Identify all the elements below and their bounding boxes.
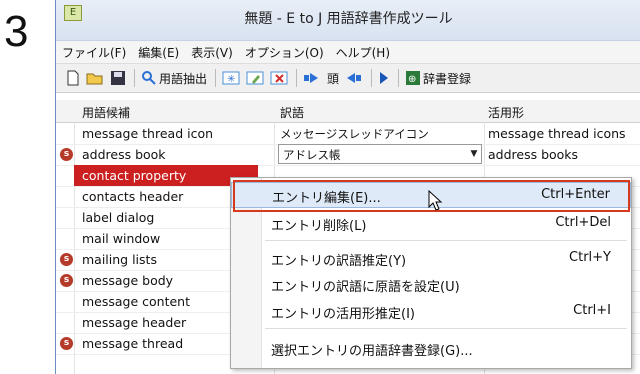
grid-add-icon[interactable]: ✳ bbox=[222, 68, 240, 88]
chevron-down-icon[interactable]: ▼ bbox=[467, 145, 481, 163]
mouse-cursor-icon bbox=[428, 190, 443, 211]
term-cell: message content bbox=[82, 294, 191, 309]
column-header-inflection[interactable]: 活用形 bbox=[488, 104, 524, 121]
grid-header: 用語候補 訳語 活用形 bbox=[56, 100, 640, 123]
table-row[interactable]: message thread icon メッセージスレッドアイコン messag… bbox=[56, 123, 640, 145]
register-dictionary-button[interactable]: ⊕ 辞書登録 bbox=[405, 68, 471, 88]
new-file-icon[interactable] bbox=[66, 68, 80, 88]
menu-separator bbox=[265, 328, 627, 329]
menu-file[interactable]: ファイル(F) bbox=[62, 44, 126, 61]
term-cell: message thread bbox=[82, 336, 184, 351]
register-dictionary-label: 辞書登録 bbox=[423, 71, 472, 86]
status-badge-icon: s bbox=[60, 148, 73, 161]
window-title: 無題 - E to J 用語辞書作成ツール bbox=[244, 11, 453, 27]
status-badge-icon: s bbox=[60, 274, 73, 287]
menu-bar: ファイル(F) 編集(E) 表示(V) オプション(O) ヘルプ(H) bbox=[56, 41, 640, 64]
status-badge-icon: s bbox=[60, 337, 73, 350]
translation-combobox[interactable]: アドレス帳 ▼ bbox=[278, 144, 482, 164]
translation-cell[interactable]: メッセージスレッドアイコン bbox=[280, 126, 429, 142]
term-cell: message thread icon bbox=[82, 126, 214, 141]
column-header-translation[interactable]: 訳語 bbox=[280, 104, 304, 121]
menu-item-label: エントリの活用形推定(I) bbox=[271, 307, 415, 322]
toolbar-separator bbox=[371, 69, 373, 87]
term-cell: message body bbox=[82, 273, 174, 288]
grid-delete-icon[interactable] bbox=[270, 68, 288, 88]
term-cell: contacts header bbox=[82, 189, 184, 204]
inflection-cell[interactable]: message thread icons bbox=[488, 126, 626, 141]
menu-item-register-selected[interactable]: 選択エントリの用語辞書登録(G)... bbox=[231, 336, 631, 360]
menu-options[interactable]: オプション(O) bbox=[245, 44, 324, 61]
menu-edit[interactable]: 編集(E) bbox=[138, 44, 179, 61]
extract-terms-label: 用語抽出 bbox=[159, 71, 208, 86]
term-cell: mailing lists bbox=[82, 252, 157, 267]
status-badge-icon: s bbox=[60, 253, 73, 266]
menu-item-shortcut: Ctrl+Del bbox=[555, 215, 611, 230]
menu-item-label: エントリ削除(L) bbox=[271, 219, 367, 234]
column-header-term[interactable]: 用語候補 bbox=[82, 104, 130, 121]
term-cell: address book bbox=[82, 147, 166, 162]
move-left-icon[interactable] bbox=[345, 68, 363, 88]
toolbar: 用語抽出 ✳ 頭 ⊕ 辞書登録 bbox=[56, 64, 640, 93]
term-cell: label dialog bbox=[82, 210, 155, 225]
svg-text:✳: ✳ bbox=[227, 74, 235, 85]
term-cell: message header bbox=[82, 315, 187, 330]
menu-item-delete-entry[interactable]: エントリ削除(L) Ctrl+Del bbox=[231, 211, 631, 235]
grid-edit-icon[interactable] bbox=[246, 68, 264, 88]
extract-terms-button[interactable]: 用語抽出 bbox=[141, 68, 207, 88]
toolbar-separator bbox=[296, 69, 298, 87]
step-number: 3 bbox=[4, 7, 29, 56]
toolbar-separator bbox=[215, 69, 217, 87]
menu-item-shortcut: Ctrl+I bbox=[573, 303, 611, 318]
move-right-icon[interactable] bbox=[303, 68, 321, 88]
table-row[interactable]: s address book アドレス帳 ▼ address books bbox=[56, 144, 640, 166]
translation-combobox-value: アドレス帳 bbox=[283, 148, 341, 162]
inflection-cell[interactable]: address books bbox=[488, 147, 578, 162]
save-icon[interactable] bbox=[110, 68, 126, 88]
toolbar-separator bbox=[398, 69, 400, 87]
menu-item-shortcut: Ctrl+Y bbox=[569, 250, 611, 265]
magnifier-icon bbox=[142, 71, 156, 85]
menu-item-label: エントリの訳語推定(Y) bbox=[271, 254, 407, 269]
menu-item-label: 選択エントリの用語辞書登録(G)... bbox=[271, 344, 473, 359]
open-folder-icon[interactable] bbox=[86, 68, 104, 88]
menu-view[interactable]: 表示(V) bbox=[191, 44, 233, 61]
play-icon[interactable] bbox=[378, 68, 390, 88]
menu-item-estimate-translation[interactable]: エントリの訳語推定(Y) Ctrl+Y bbox=[231, 246, 631, 270]
toolbar-separator bbox=[134, 69, 135, 87]
menu-help[interactable]: ヘルプ(H) bbox=[336, 44, 390, 61]
menu-item-label: エントリの訳語に原語を設定(U) bbox=[271, 280, 460, 295]
reading-icon[interactable]: 頭 bbox=[327, 68, 339, 88]
dictionary-icon: ⊕ bbox=[406, 71, 421, 85]
title-bar: E 無題 - E to J 用語辞書作成ツール bbox=[56, 0, 640, 41]
menu-item-set-source-as-translation[interactable]: エントリの訳語に原語を設定(U) bbox=[231, 272, 631, 296]
menu-item-estimate-inflection[interactable]: エントリの活用形推定(I) Ctrl+I bbox=[231, 299, 631, 323]
menu-separator bbox=[265, 240, 627, 241]
term-cell: mail window bbox=[82, 231, 161, 246]
svg-text:⊕: ⊕ bbox=[408, 74, 416, 85]
